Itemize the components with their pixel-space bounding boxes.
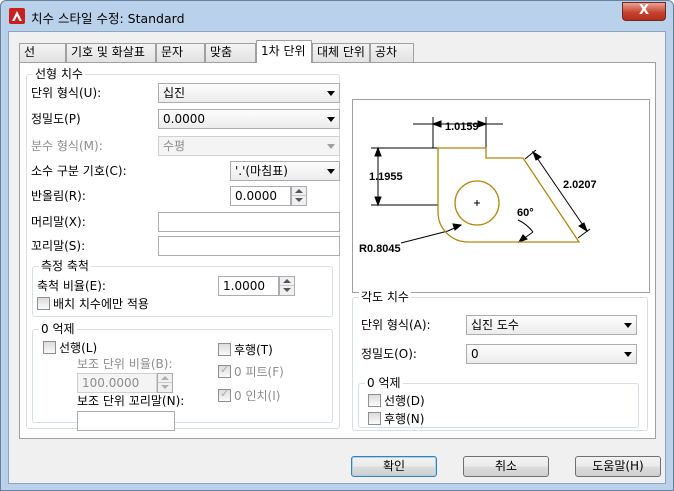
window-title: 치수 스타일 수정: Standard <box>31 11 185 26</box>
title-bar[interactable]: 치수 스타일 수정: Standard X <box>1 1 673 31</box>
tab-symbols-arrows[interactable]: 기호 및 화살표 <box>66 43 156 62</box>
preview-dim-radius: R0.8045 <box>359 243 401 255</box>
fraction-format-select[interactable]: 수평 <box>158 136 340 156</box>
decimal-separator-select[interactable]: '.'(마침표) <box>230 161 340 181</box>
zero-suppression-title: 0 억제 <box>39 322 77 336</box>
chevron-down-icon <box>327 144 335 149</box>
tab-alternate-units[interactable]: 대체 단위 <box>312 43 370 62</box>
preview-dim-top: 1.0159 <box>445 121 479 133</box>
prefix-label: 머리말(X): <box>31 215 86 229</box>
round-off-input[interactable]: 0.0000 <box>230 186 291 206</box>
cancel-button[interactable]: 취소 <box>463 456 549 477</box>
suffix-input[interactable] <box>158 236 340 256</box>
angular-trailing-checkbox[interactable] <box>368 412 381 425</box>
spin-down-icon[interactable] <box>292 196 306 205</box>
angular-zero-suppression-group: 0 억제 선행(D) 후행(N) <box>358 376 639 428</box>
fraction-format-value: 수평 <box>163 139 186 153</box>
autocad-app-icon <box>9 8 25 24</box>
precision-select[interactable]: 0.0000 <box>158 109 340 129</box>
trailing-zero-checkbox[interactable] <box>218 343 231 356</box>
measurement-scale-group: 측정 축척 축척 비율(E): 1.0000 배치 치수에만 적용 <box>32 259 333 317</box>
zero-suppression-group: 0 억제 선행(L) 후행(T) 보조 단위 비율(B): 100.0000 0… <box>32 322 333 431</box>
decimal-separator-value: '.'(마침표) <box>235 164 288 178</box>
angular-dimensions-group: 각도 치수 단위 형식(A): 십진 도수 정밀도(O): 0 0 억제 선행(… <box>352 290 648 431</box>
precision-label: 정밀도(P) <box>31 112 81 126</box>
leading-zero-label: 선행(L) <box>59 341 98 355</box>
primary-units-panel: 선형 치수 단위 형식(U): 십진 정밀도(P) 0.0000 분수 형식(M… <box>19 62 656 439</box>
scale-factor-label: 축척 비율(E): <box>37 279 106 293</box>
sub-unit-suffix-label: 보조 단위 꼬리말(N): <box>77 394 185 408</box>
measurement-scale-title: 측정 축척 <box>39 259 91 273</box>
chevron-down-icon <box>624 323 632 328</box>
preview-dim-diag: 2.0207 <box>563 179 597 191</box>
scale-factor-input[interactable]: 1.0000 <box>218 276 279 296</box>
tab-tolerances[interactable]: 공차 <box>370 43 414 62</box>
spin-up-icon[interactable] <box>280 277 294 286</box>
tab-text[interactable]: 문자 <box>156 43 205 62</box>
round-off-label: 반올림(R): <box>31 189 86 203</box>
zero-feet-label: 0 피트(F) <box>234 365 284 379</box>
zero-inch-label: 0 인치(I) <box>234 389 281 403</box>
sub-unit-factor-label: 보조 단위 비율(B): <box>77 357 173 371</box>
tab-fit[interactable]: 맞춤 <box>205 43 256 62</box>
scale-factor-spinner[interactable] <box>279 276 295 296</box>
angular-leading-checkbox[interactable] <box>368 394 381 407</box>
zero-feet-checkbox[interactable] <box>218 363 231 378</box>
unit-format-value: 십진 <box>163 86 186 100</box>
chevron-down-icon <box>327 169 335 174</box>
trailing-zero-label: 후행(T) <box>234 343 273 357</box>
unit-format-label: 단위 형식(U): <box>31 86 102 100</box>
ok-button[interactable]: 확인 <box>351 456 437 477</box>
angular-zero-suppression-title: 0 억제 <box>365 376 403 390</box>
angular-unit-format-value: 십진 도수 <box>471 318 519 332</box>
linear-dimensions-group: 선형 치수 단위 형식(U): 십진 정밀도(P) 0.0000 분수 형식(M… <box>26 67 340 431</box>
angular-dimensions-title: 각도 치수 <box>359 290 411 304</box>
sub-unit-factor-spinner[interactable] <box>157 373 173 393</box>
leading-zero-checkbox[interactable] <box>43 341 56 354</box>
close-button[interactable]: X <box>622 2 666 21</box>
spin-up-icon[interactable] <box>292 187 306 196</box>
angular-trailing-label: 후행(N) <box>384 412 425 426</box>
decimal-separator-label: 소수 구분 기호(C): <box>31 164 127 178</box>
sub-unit-factor-input[interactable]: 100.0000 <box>77 373 157 393</box>
layout-only-checkbox[interactable] <box>37 297 50 310</box>
prefix-input[interactable] <box>158 212 340 232</box>
angular-precision-value: 0 <box>471 347 479 361</box>
sub-unit-suffix-input[interactable] <box>77 411 175 431</box>
layout-only-label: 배치 치수에만 적용 <box>53 297 149 311</box>
angular-unit-format-label: 단위 형식(A): <box>361 318 431 332</box>
zero-inch-checkbox[interactable] <box>218 387 231 402</box>
fraction-format-label: 분수 형식(M): <box>31 139 103 153</box>
tab-lines[interactable]: 선 <box>19 43 66 62</box>
angular-precision-label: 정밀도(O): <box>361 347 417 361</box>
spin-down-icon[interactable] <box>158 383 172 392</box>
spin-up-icon[interactable] <box>158 374 172 383</box>
preview-dim-angle: 60° <box>517 207 534 219</box>
preview-drawing: 1.0159 1.1955 2.0207 60° R0.8045 <box>359 117 597 255</box>
spin-down-icon[interactable] <box>280 286 294 295</box>
linear-dimensions-title: 선형 치수 <box>33 67 85 81</box>
help-button[interactable]: 도움말(H) <box>575 456 661 477</box>
angular-unit-format-select[interactable]: 십진 도수 <box>466 315 637 335</box>
angular-leading-label: 선행(D) <box>384 394 425 408</box>
unit-format-select[interactable]: 십진 <box>158 83 340 103</box>
angular-precision-select[interactable]: 0 <box>466 344 637 364</box>
tab-primary-units[interactable]: 1차 단위 <box>256 40 312 63</box>
chevron-down-icon <box>327 117 335 122</box>
round-off-spinner[interactable] <box>291 186 307 206</box>
dialog-window: 치수 스타일 수정: Standard X 선 기호 및 화살표 문자 맞춤 1… <box>0 0 674 491</box>
preview-dim-left: 1.1955 <box>369 171 403 183</box>
precision-value: 0.0000 <box>163 112 205 126</box>
chevron-down-icon <box>327 91 335 96</box>
dimension-preview: 1.0159 1.1955 2.0207 60° R0.8045 <box>352 99 650 293</box>
chevron-down-icon <box>624 352 632 357</box>
suffix-label: 꼬리말(S): <box>31 239 86 253</box>
dialog-client: 선 기호 및 화살표 문자 맞춤 1차 단위 대체 단위 공차 선형 치수 단위… <box>8 31 666 484</box>
